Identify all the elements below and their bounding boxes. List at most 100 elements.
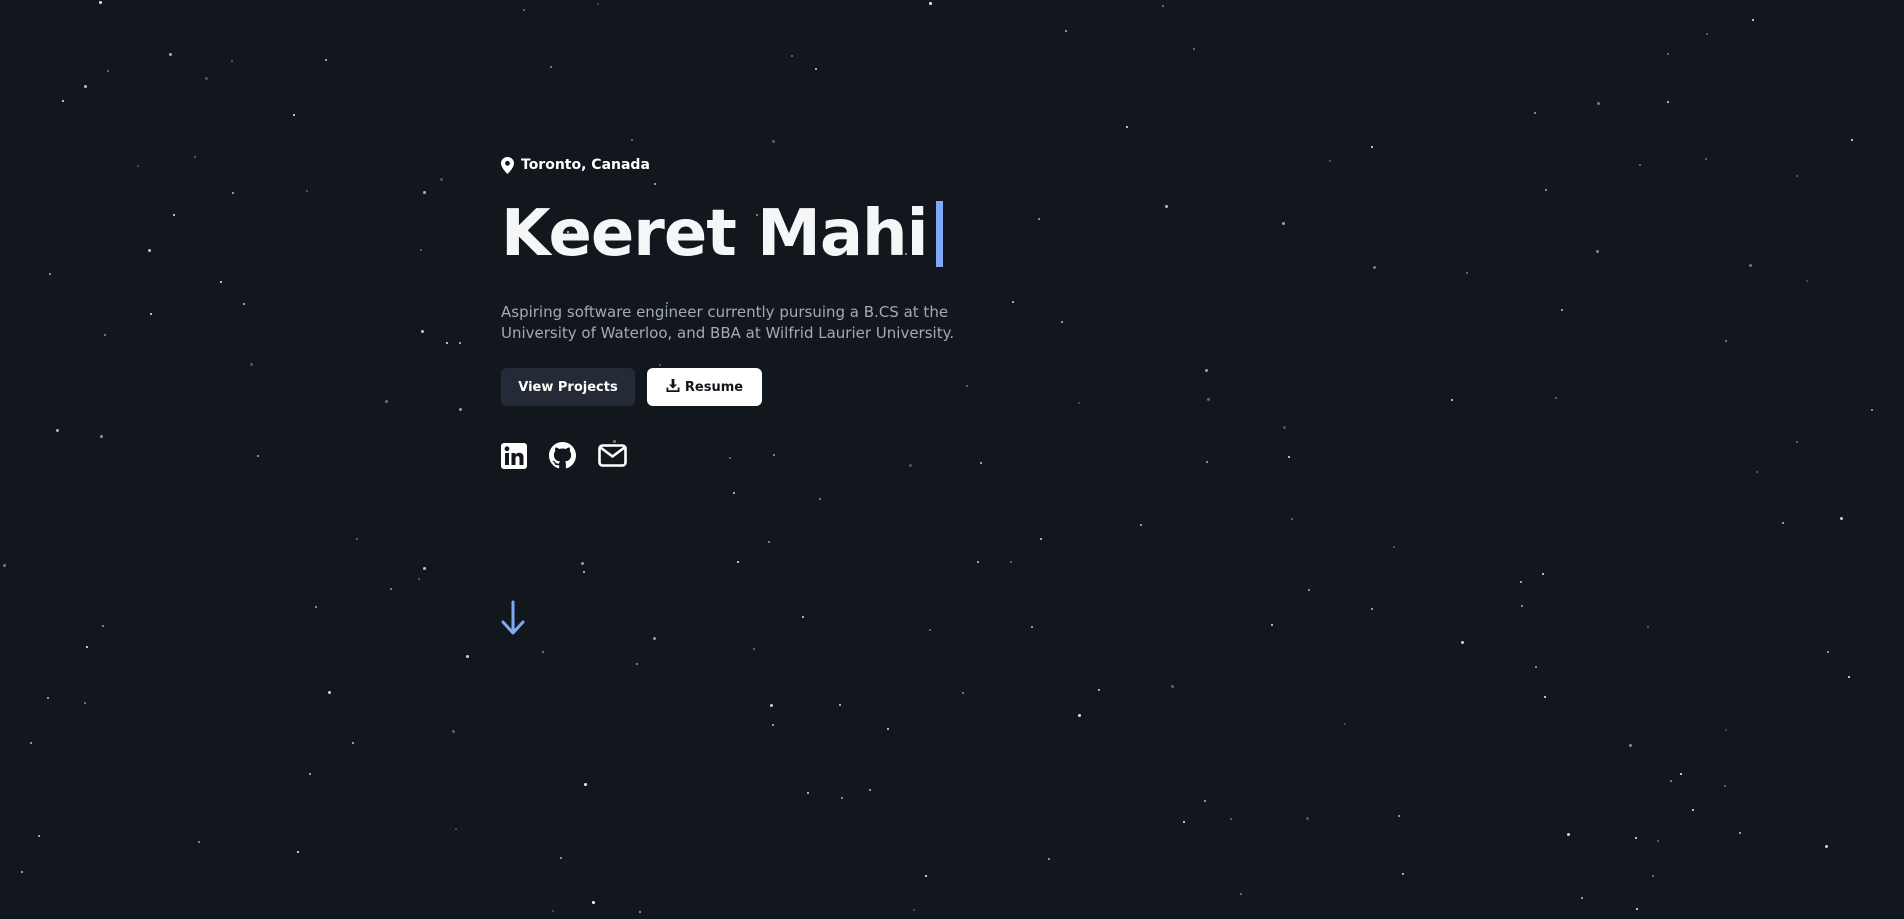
star [56, 429, 59, 432]
star [1692, 809, 1694, 811]
star [523, 9, 525, 11]
star [150, 313, 152, 315]
star [423, 567, 426, 570]
star [1544, 696, 1546, 698]
star [815, 68, 817, 70]
star [753, 648, 755, 650]
star [47, 697, 49, 699]
star [1061, 321, 1063, 323]
social-links [501, 442, 1061, 473]
star [455, 828, 457, 830]
star [466, 655, 469, 658]
star [1193, 48, 1195, 50]
star [418, 578, 420, 580]
star [1205, 369, 1208, 372]
star [328, 691, 331, 694]
github-icon[interactable] [549, 442, 576, 473]
star [913, 909, 915, 911]
star [84, 702, 86, 704]
location: Toronto, Canada [501, 152, 1061, 178]
star [1667, 53, 1669, 55]
star [1207, 398, 1210, 401]
star [962, 692, 964, 694]
star [1402, 873, 1404, 875]
star [1705, 158, 1707, 160]
star [352, 742, 354, 744]
view-projects-button[interactable]: View Projects [501, 368, 635, 406]
star [1371, 608, 1373, 610]
star [1078, 402, 1080, 404]
star [1393, 546, 1395, 548]
star [356, 538, 358, 540]
star [459, 342, 461, 344]
star [1048, 858, 1050, 860]
star [1581, 897, 1583, 899]
star [257, 455, 259, 457]
star [583, 571, 585, 573]
star [1796, 175, 1798, 177]
star [841, 797, 843, 799]
star [385, 400, 388, 403]
star [1597, 102, 1600, 105]
star [1344, 723, 1346, 725]
star [929, 629, 931, 631]
star [1840, 517, 1843, 520]
star [1040, 538, 1042, 540]
star [1329, 160, 1331, 162]
resume-button[interactable]: Resume [647, 368, 762, 406]
star [1031, 626, 1033, 628]
hero-section: Toronto, Canada Keeret Mahi Aspiring sof… [501, 152, 1061, 473]
star [733, 492, 735, 494]
star [62, 100, 64, 102]
star [243, 303, 245, 305]
star [772, 724, 774, 726]
star [1373, 266, 1376, 269]
star [552, 910, 554, 912]
star [1098, 689, 1100, 691]
star [306, 190, 308, 192]
star [1171, 685, 1174, 688]
star [1240, 893, 1242, 895]
star [791, 55, 793, 57]
star [1126, 126, 1128, 128]
star [1283, 426, 1286, 429]
star [1520, 581, 1522, 583]
star [597, 3, 599, 5]
star [1752, 19, 1754, 21]
star [802, 616, 804, 618]
star [21, 871, 23, 873]
star [1647, 626, 1649, 628]
map-pin-icon [501, 156, 514, 174]
star [1806, 280, 1808, 282]
star [1078, 714, 1081, 717]
star [581, 562, 584, 565]
star [3, 564, 6, 567]
star [315, 606, 317, 608]
star [636, 663, 638, 665]
arrow-down-icon[interactable] [501, 600, 525, 640]
star [30, 742, 32, 744]
star [1871, 409, 1873, 411]
linkedin-icon[interactable] [501, 442, 527, 473]
star [1461, 641, 1464, 644]
star [631, 139, 633, 141]
star [100, 435, 103, 438]
star [1535, 666, 1537, 668]
star [99, 1, 102, 4]
star [173, 214, 175, 216]
mail-icon[interactable] [598, 444, 627, 471]
hero-buttons: View Projects Resume [501, 368, 1061, 406]
star [137, 165, 139, 167]
star [1652, 875, 1654, 877]
star [887, 728, 889, 730]
star [1739, 832, 1741, 834]
star [1466, 272, 1468, 274]
star [1796, 441, 1798, 443]
star [1680, 773, 1682, 775]
star [1706, 33, 1708, 35]
star [542, 651, 544, 653]
star [1545, 189, 1547, 191]
star [1204, 800, 1206, 802]
star [84, 85, 87, 88]
star [446, 342, 448, 344]
